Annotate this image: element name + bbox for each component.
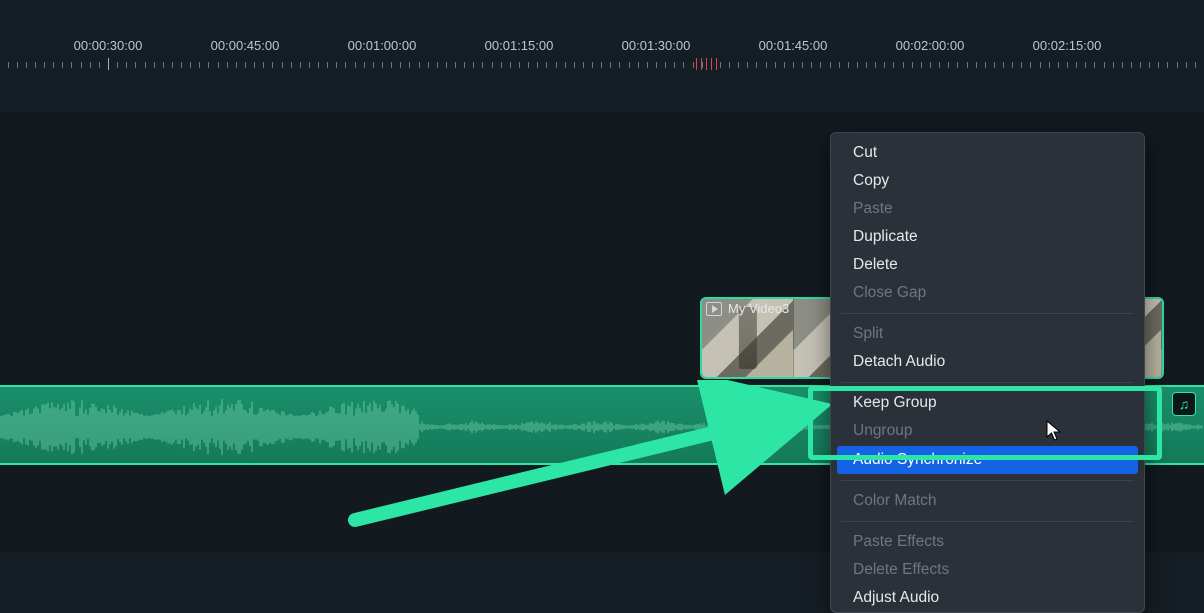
time-label: 00:00:30:00 [74, 38, 143, 53]
play-icon [706, 302, 722, 316]
menu-separator [841, 382, 1134, 383]
menu-separator [841, 480, 1134, 481]
menu-item-paste: Paste [831, 195, 1144, 223]
menu-item-adjust-audio[interactable]: Adjust Audio [831, 584, 1144, 612]
time-label: 00:01:00:00 [348, 38, 417, 53]
menu-item-ungroup: Ungroup [831, 417, 1144, 445]
menu-separator [841, 313, 1134, 314]
menu-item-close-gap: Close Gap [831, 279, 1144, 307]
menu-item-audio-synchronize[interactable]: Audio Synchronize [837, 446, 1138, 474]
menu-item-split: Split [831, 320, 1144, 348]
menu-item-copy[interactable]: Copy [831, 167, 1144, 195]
time-label: 00:01:30:00 [622, 38, 691, 53]
time-label: 00:01:45:00 [759, 38, 828, 53]
time-label: 00:00:45:00 [211, 38, 280, 53]
menu-item-delete[interactable]: Delete [831, 251, 1144, 279]
menu-item-delete-effects: Delete Effects [831, 556, 1144, 584]
time-label: 00:01:15:00 [485, 38, 554, 53]
music-icon: ♫ [1172, 392, 1196, 416]
menu-item-cut[interactable]: Cut [831, 139, 1144, 167]
context-menu[interactable]: CutCopyPasteDuplicateDeleteClose Gap Spli… [830, 132, 1145, 613]
clip-label: My Video3 [728, 301, 789, 316]
menu-item-duplicate[interactable]: Duplicate [831, 223, 1144, 251]
menu-item-detach-audio[interactable]: Detach Audio [831, 348, 1144, 376]
menu-item-keep-group[interactable]: Keep Group [831, 389, 1144, 417]
time-label: 00:02:15:00 [1033, 38, 1102, 53]
menu-separator [841, 521, 1134, 522]
timeline-ruler[interactable]: 00:00:30:00 00:00:45:00 00:01:00:00 00:01:1… [0, 38, 1204, 72]
menu-item-color-match: Color Match [831, 487, 1144, 515]
time-label: 00:02:00:00 [896, 38, 965, 53]
